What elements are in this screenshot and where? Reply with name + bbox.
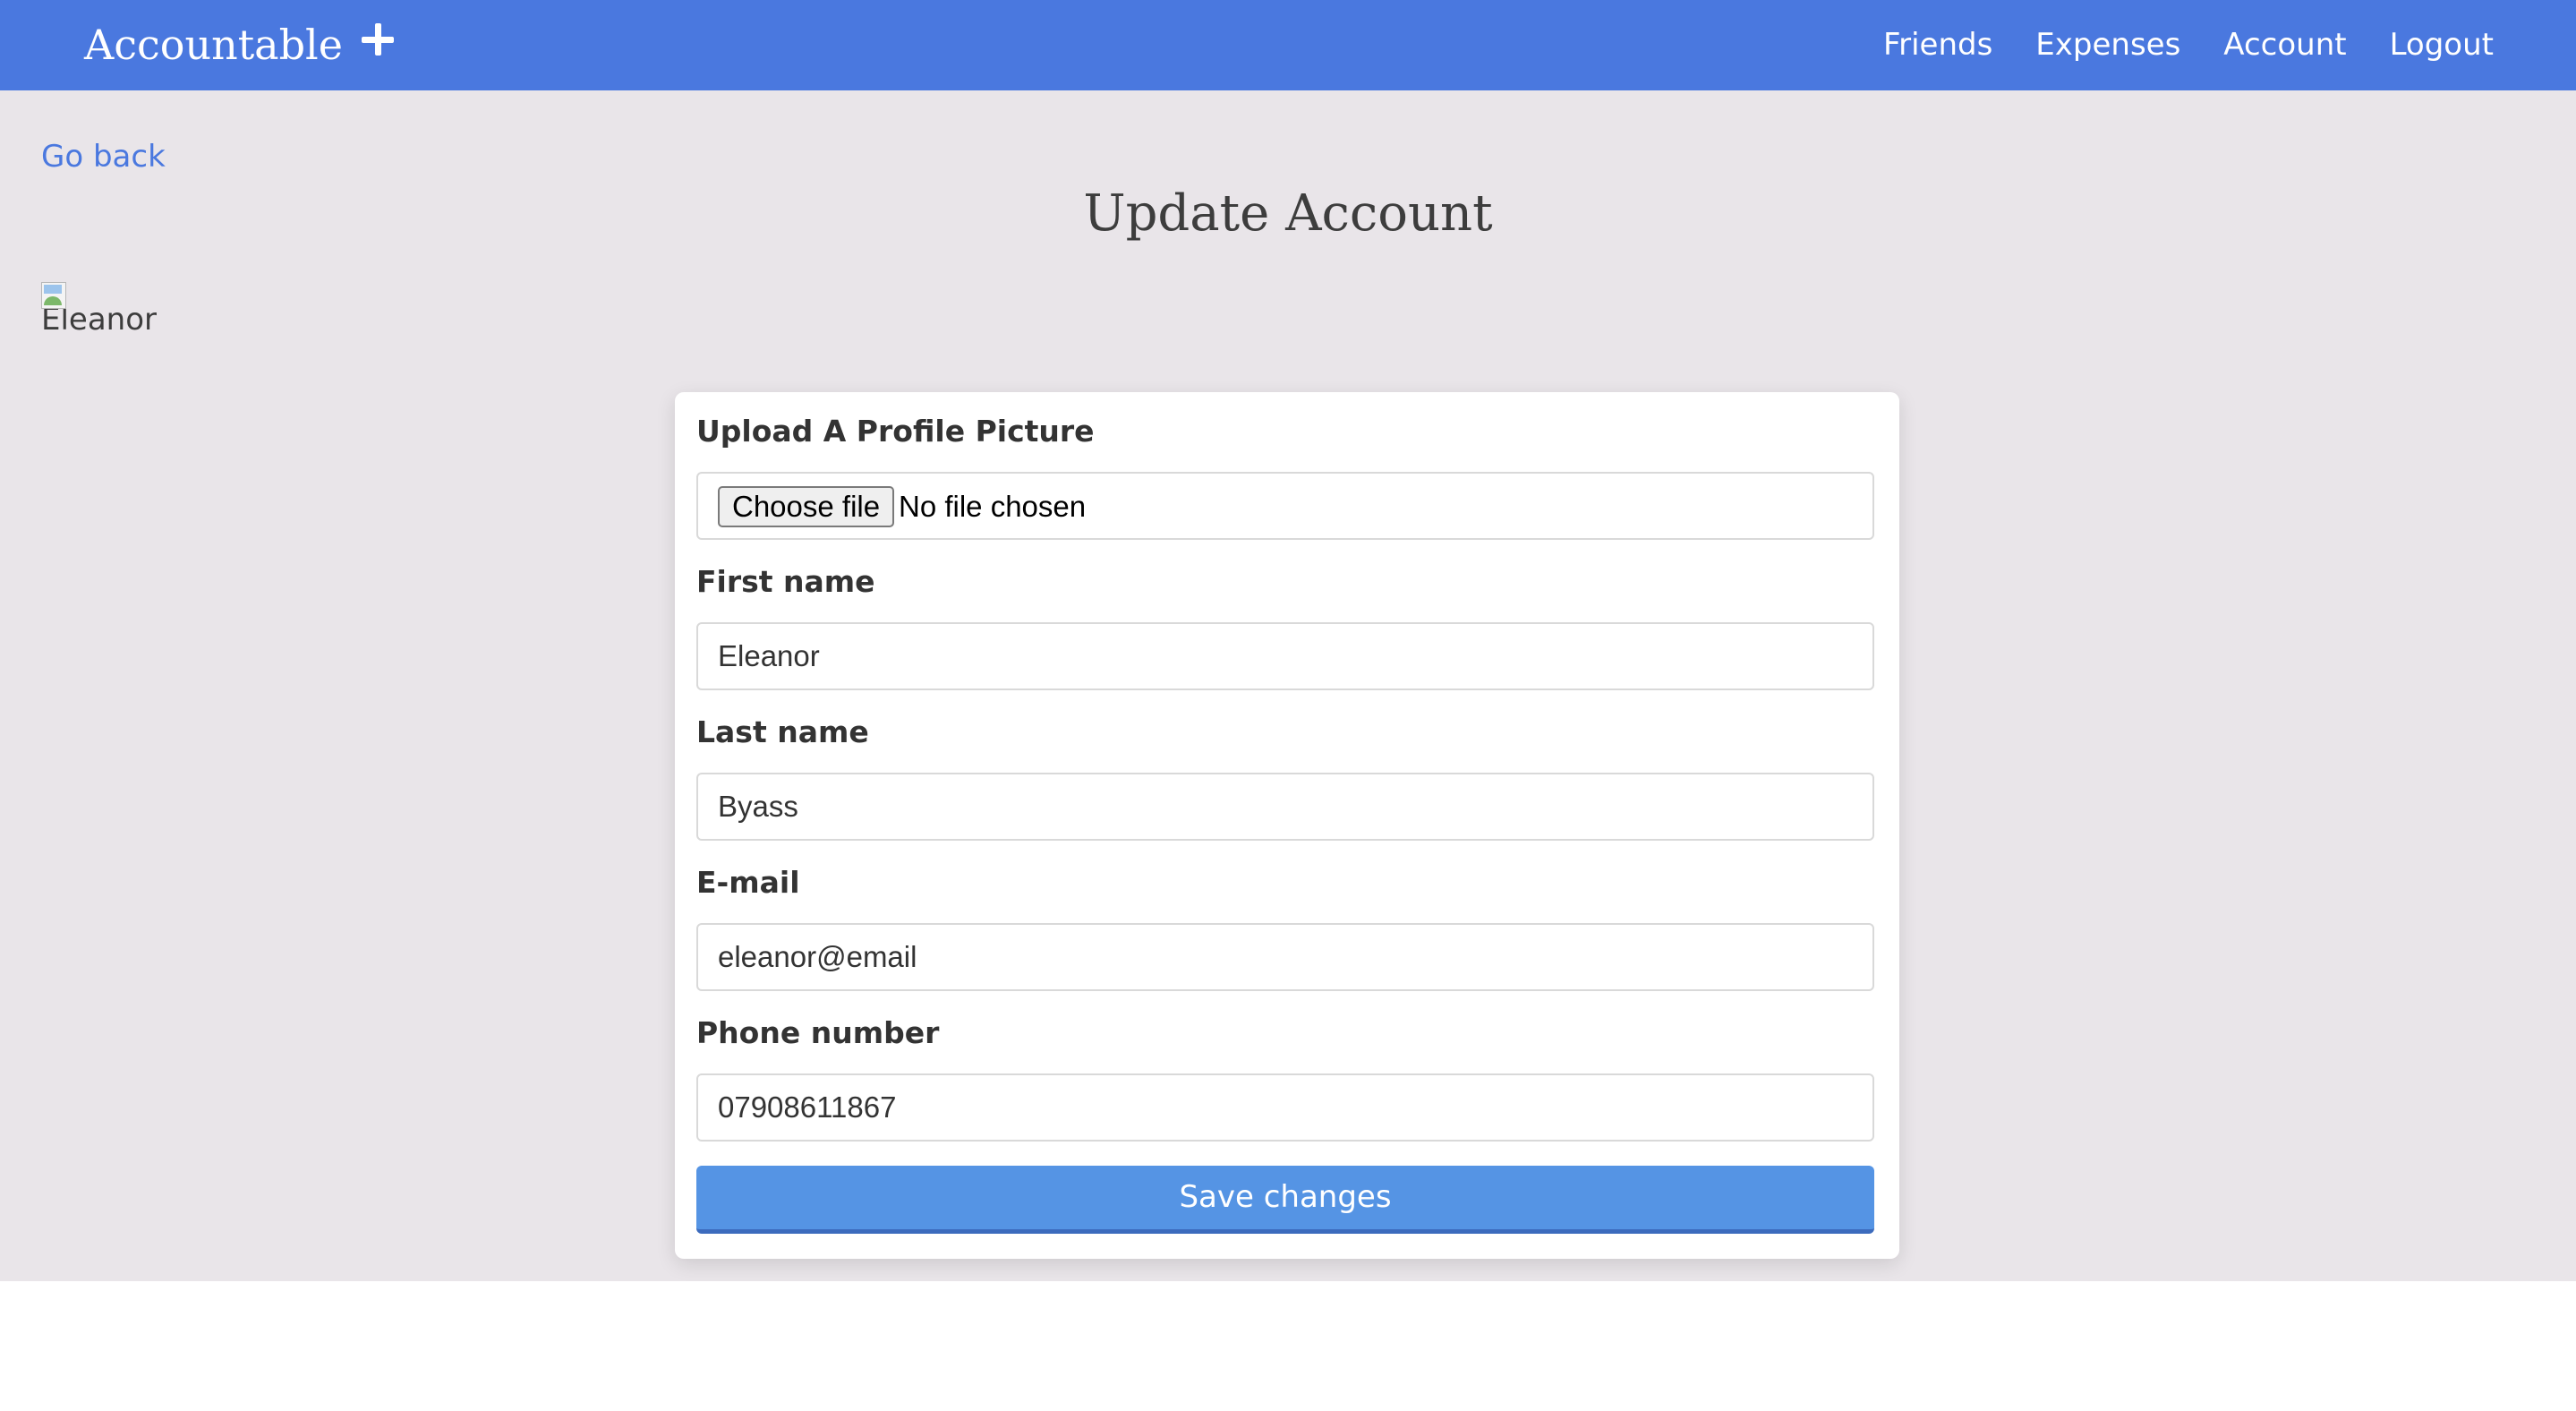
first-name-value: Eleanor	[718, 639, 820, 672]
phone-field[interactable]: 07908611867	[696, 1073, 1874, 1142]
plus-icon[interactable]	[362, 23, 394, 56]
email-label: E-mail	[696, 865, 800, 900]
brand-logo[interactable]: Accountable	[84, 16, 343, 73]
profile-image: Eleanor	[41, 282, 157, 338]
email-field[interactable]: eleanor@email	[696, 923, 1874, 991]
email-value: eleanor@email	[718, 940, 917, 973]
update-account-form: Upload A Profile Picture Choose file No …	[675, 392, 1899, 1259]
main-content: Go back Update Account Eleanor Upload A …	[0, 90, 2576, 1281]
file-upload-field[interactable]: Choose file No file chosen	[696, 472, 1874, 540]
nav-links: Friends Expenses Account Logout	[1883, 20, 2494, 70]
go-back-link[interactable]: Go back	[41, 137, 166, 176]
broken-image-icon	[41, 282, 66, 309]
nav-link-account[interactable]: Account	[2223, 20, 2346, 70]
last-name-field[interactable]: Byass	[696, 773, 1874, 841]
phone-label: Phone number	[696, 1015, 940, 1050]
phone-value: 07908611867	[718, 1090, 897, 1124]
upload-label: Upload A Profile Picture	[696, 414, 1095, 449]
first-name-label: First name	[696, 564, 875, 599]
page-title: Update Account	[1083, 184, 1493, 243]
first-name-field[interactable]: Eleanor	[696, 622, 1874, 690]
top-navbar: Accountable Friends Expenses Account Log…	[0, 0, 2576, 90]
file-status-text: No file chosen	[899, 490, 1087, 523]
nav-link-logout[interactable]: Logout	[2390, 20, 2494, 70]
choose-file-button[interactable]: Choose file	[718, 486, 895, 527]
last-name-value: Byass	[718, 790, 798, 823]
save-changes-button[interactable]: Save changes	[696, 1166, 1874, 1234]
nav-link-friends[interactable]: Friends	[1883, 20, 1992, 70]
last-name-label: Last name	[696, 714, 869, 749]
nav-link-expenses[interactable]: Expenses	[2035, 20, 2180, 70]
